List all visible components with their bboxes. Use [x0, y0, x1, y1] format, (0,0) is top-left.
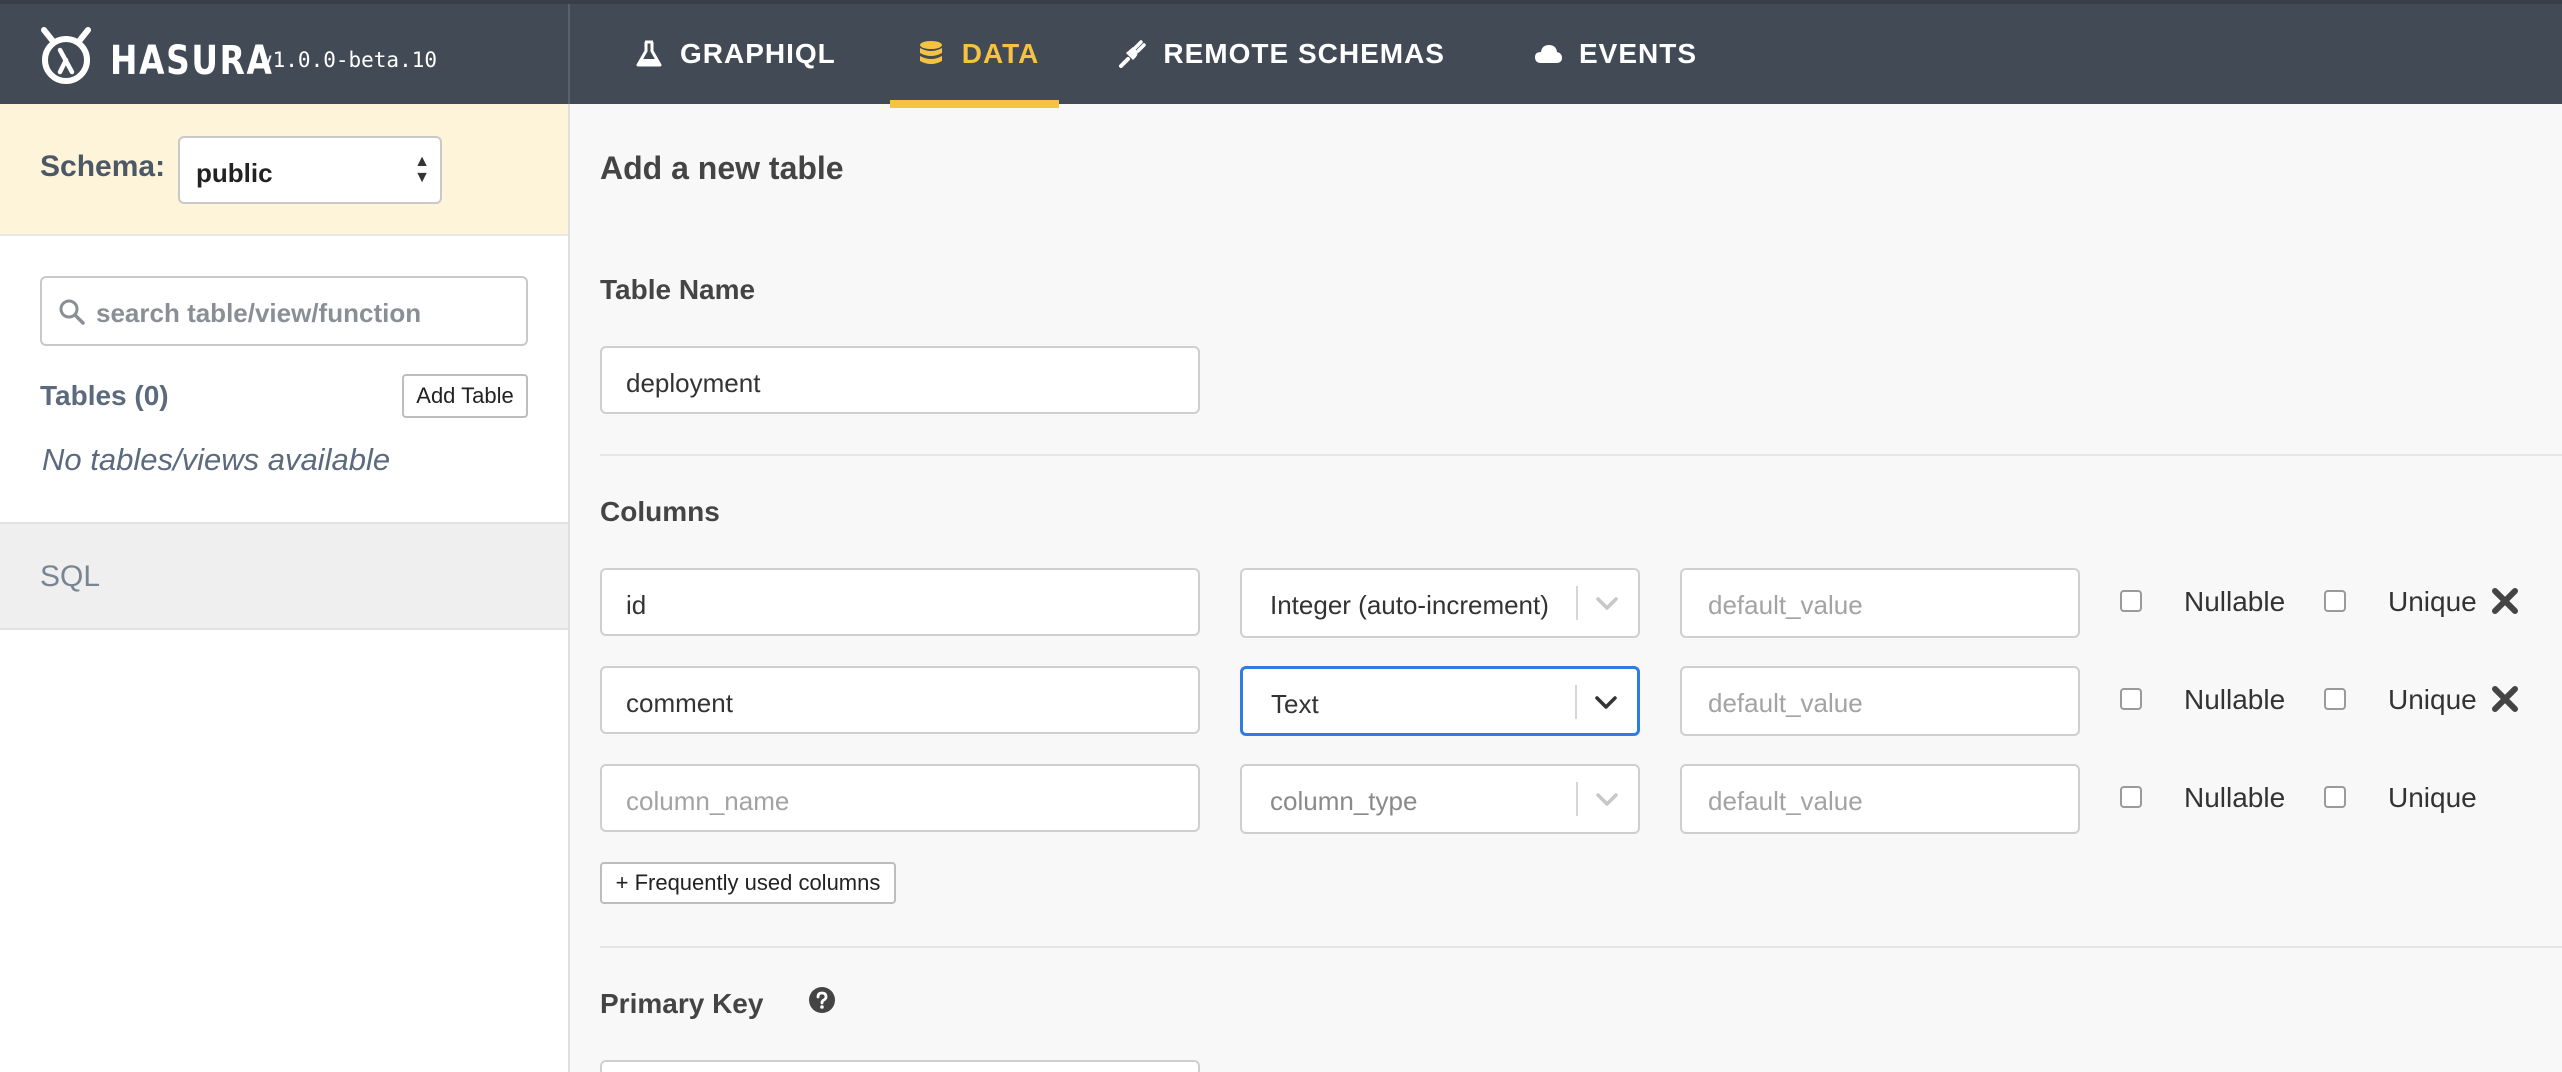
cloud-icon — [1534, 45, 1562, 63]
unique-label: Unique — [2388, 782, 2477, 813]
column-type-select[interactable]: column_type — [1240, 764, 1640, 834]
nav-remote-schemas-label: REMOTE SCHEMAS — [1163, 38, 1445, 69]
unique-label: Unique — [2388, 586, 2477, 617]
schema-label: Schema: — [40, 150, 166, 183]
unique-label: Unique — [2388, 684, 2477, 715]
chevron-down-icon — [1596, 597, 1618, 610]
remove-column-icon[interactable] — [2490, 684, 2520, 714]
primary-key-select[interactable] — [600, 1060, 1200, 1072]
column-type-value: Integer (auto-increment) — [1270, 590, 1549, 620]
nullable-checkbox[interactable] — [2120, 786, 2142, 808]
main-nav: GRAPHIQL DATA REMOTE SCHEMAS EVENTS — [570, 4, 1725, 108]
default-value-input[interactable]: default_value — [1680, 666, 2080, 736]
chevron-down-icon — [1596, 793, 1618, 806]
search-icon — [59, 299, 85, 325]
sidebar-item-sql[interactable]: SQL — [0, 522, 568, 630]
column-type-value: Text — [1271, 689, 1319, 719]
search-placeholder: search table/view/function — [96, 298, 422, 328]
default-value-input[interactable]: default_value — [1680, 568, 2080, 638]
nav-graphiql[interactable]: GRAPHIQL — [570, 4, 890, 104]
column-name-input[interactable]: column_name — [600, 764, 1200, 832]
search-input[interactable]: search table/view/function — [40, 276, 528, 346]
unique-checkbox[interactable] — [2324, 590, 2346, 612]
select-separator — [1576, 586, 1578, 620]
tables-count-label: Tables (0) — [40, 380, 169, 411]
column-type-select[interactable]: Text — [1240, 666, 1640, 736]
database-icon — [919, 41, 942, 64]
nullable-checkbox[interactable] — [2120, 688, 2142, 710]
nav-events[interactable]: EVENTS — [1485, 4, 1725, 104]
chevron-down-icon — [1595, 696, 1617, 709]
nullable-label: Nullable — [2184, 586, 2286, 617]
help-icon[interactable] — [808, 986, 836, 1014]
hasura-logo-icon — [41, 27, 91, 84]
schema-select[interactable]: public ▲ ▼ — [178, 136, 442, 204]
column-type-select[interactable]: Integer (auto-increment) — [1240, 568, 1640, 638]
primary-key-label: Primary Key — [600, 988, 764, 1019]
brand: HASURA v1.0.0-beta.10 — [0, 4, 570, 104]
select-separator — [1576, 782, 1578, 816]
remove-column-icon[interactable] — [2490, 586, 2520, 616]
empty-tables-message: No tables/views available — [42, 442, 391, 477]
unique-checkbox[interactable] — [2324, 688, 2346, 710]
nav-data[interactable]: DATA — [889, 4, 1060, 108]
nullable-checkbox[interactable] — [2120, 590, 2142, 612]
schema-bar: Schema: public ▲ ▼ — [0, 104, 568, 236]
sidebar-item-sql-label: SQL — [40, 560, 101, 593]
table-name-label: Table Name — [600, 274, 756, 305]
frequently-used-columns-button[interactable]: + Frequently used columns — [600, 862, 896, 904]
nav-graphiql-label: GRAPHIQL — [680, 38, 836, 69]
select-separator — [1575, 685, 1577, 719]
columns-label: Columns — [600, 496, 720, 527]
divider — [600, 946, 2562, 948]
schema-select-value: public — [196, 158, 273, 188]
nullable-label: Nullable — [2184, 782, 2286, 813]
divider — [600, 454, 2562, 456]
table-name-input[interactable]: deployment — [600, 346, 1200, 414]
plug-icon — [1119, 40, 1147, 68]
column-name-input[interactable]: id — [600, 568, 1200, 636]
unique-checkbox[interactable] — [2324, 786, 2346, 808]
nav-data-label: DATA — [961, 38, 1040, 69]
sidebar: Schema: public ▲ ▼ search table/view/func… — [0, 104, 570, 1072]
add-table-button[interactable]: Add Table — [402, 374, 528, 418]
column-name-input[interactable]: comment — [600, 666, 1200, 734]
column-type-placeholder: column_type — [1270, 786, 1418, 816]
top-navbar: HASURA v1.0.0-beta.10 GRAPHIQL DATA REMO… — [0, 0, 2562, 108]
main-content: Add a new table Table Name deployment Co… — [570, 104, 2562, 1072]
nav-events-label: EVENTS — [1578, 38, 1697, 69]
select-arrows-icon: ▲ ▼ — [414, 153, 430, 186]
nav-remote-schemas[interactable]: REMOTE SCHEMAS — [1059, 4, 1485, 104]
brand-version: v1.0.0-beta.10 — [260, 48, 438, 72]
nullable-label: Nullable — [2184, 684, 2286, 715]
flask-icon — [636, 40, 662, 67]
default-value-input[interactable]: default_value — [1680, 764, 2080, 834]
brand-name: HASURA — [110, 38, 274, 84]
page-title: Add a new table — [600, 150, 844, 186]
